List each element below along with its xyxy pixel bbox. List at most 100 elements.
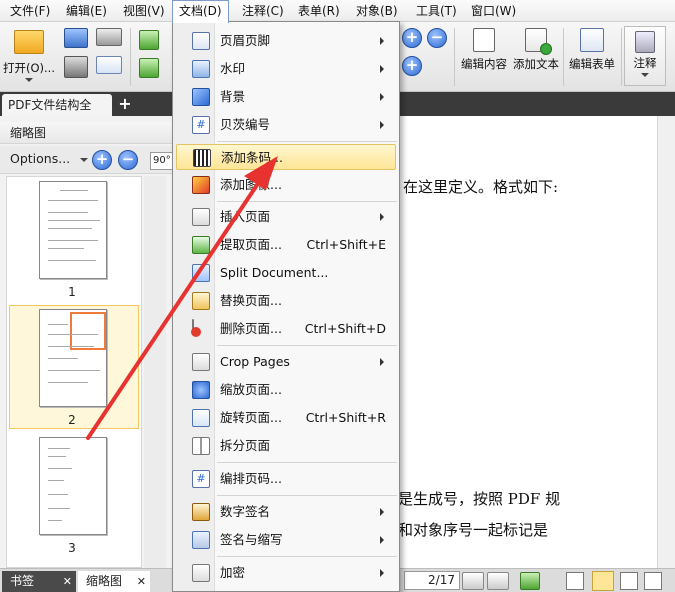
menu-item-insert-page[interactable]: 插入页面 — [176, 204, 396, 230]
menu-item-label: 添加图像... — [220, 177, 282, 192]
thumbnail-toolbar: Options... + − 90° — [0, 146, 175, 174]
folder-icon — [14, 30, 44, 54]
back-view-icon[interactable] — [520, 572, 540, 590]
thumbnail-zoom-in-button[interactable]: + — [92, 150, 112, 170]
menu-item-label: 加密 — [220, 565, 246, 580]
document-scrollbar[interactable] — [657, 116, 675, 568]
menu-item-crop-pages[interactable]: Crop Pages — [176, 349, 396, 375]
document-text-line: 在这里定义。格式如下: — [403, 178, 559, 196]
menu-item-scale-page[interactable]: 缩放页面... — [176, 377, 396, 403]
menu-document[interactable]: 文档(D) — [172, 0, 229, 23]
zoom-out-icon: − — [427, 28, 447, 48]
single-page-icon[interactable] — [566, 572, 584, 590]
menu-item-label: 签名与缩写 — [220, 532, 283, 547]
new-tab-button[interactable]: + — [117, 96, 133, 112]
menu-item-digital-signature[interactable]: 数字签名 — [176, 499, 396, 525]
menu-bar: 文件(F) 编辑(E) 视图(V) 文档(D) 注释(C) 表单(R) 对象(B… — [0, 0, 675, 23]
edit-form-button[interactable]: 编辑表单 — [566, 28, 618, 72]
email-icon — [96, 56, 122, 74]
menu-item-sign-initials[interactable]: 签名与缩写 — [176, 527, 396, 553]
menu-item-label: 页眉页脚 — [220, 33, 271, 48]
menu-item-background[interactable]: 背景 — [176, 84, 396, 110]
menu-item-page-numbering[interactable]: # 编排页码... — [176, 466, 396, 492]
menu-item-add-image[interactable]: 添加图像... — [176, 172, 396, 198]
submenu-arrow-icon — [380, 213, 384, 221]
thumbnail-page-1[interactable] — [39, 181, 107, 279]
thumbnail-page-3[interactable] — [39, 437, 107, 535]
menu-item-split-document[interactable]: Split Document... — [176, 260, 396, 286]
zoom-in-icon: + — [402, 28, 422, 48]
edit-content-button[interactable]: 编辑内容 — [458, 28, 510, 72]
menu-tools[interactable]: 工具(T) — [410, 0, 463, 22]
plus-circle-icon: + — [402, 56, 422, 76]
menu-item-extract-page[interactable]: 提取页面... Ctrl+Shift+E — [176, 232, 396, 258]
menu-item-encrypt[interactable]: 加密 — [176, 560, 396, 586]
save-icon — [64, 28, 88, 48]
menu-view[interactable]: 视图(V) — [117, 0, 171, 22]
continuous-page-icon[interactable] — [592, 571, 614, 591]
thumbnail-number: 1 — [68, 285, 76, 299]
close-icon: ✕ — [136, 575, 146, 588]
menu-item-label: Split Document... — [220, 265, 329, 280]
menu-item-watermark[interactable]: 水印 — [176, 56, 396, 82]
menu-window[interactable]: 窗口(W) — [465, 0, 522, 22]
menu-item-add-barcode[interactable]: 添加条码... — [176, 144, 396, 170]
menu-item-replace-page[interactable]: 替换页面... — [176, 288, 396, 314]
options-dropdown[interactable]: Options... — [10, 151, 89, 166]
menu-edit[interactable]: 编辑(E) — [60, 0, 113, 22]
zoom-in-button[interactable]: + — [402, 28, 424, 48]
menu-item-split-page[interactable]: 拆分页面 — [176, 433, 396, 459]
thumbnail-page-2[interactable] — [39, 309, 107, 407]
facing-page-icon[interactable] — [620, 572, 638, 590]
page-number-input[interactable]: 2/17 — [404, 571, 460, 590]
menu-object[interactable]: 对象(B) — [350, 0, 404, 22]
submenu-arrow-icon — [380, 65, 384, 73]
add-badge-icon — [540, 43, 552, 55]
print-button[interactable] — [62, 56, 90, 78]
crop-icon — [192, 353, 210, 371]
menu-item-header-footer[interactable]: 页眉页脚 — [176, 28, 396, 54]
menu-item-label: Crop Pages — [220, 354, 290, 369]
submenu-arrow-icon — [380, 358, 384, 366]
digital-signature-icon — [192, 503, 210, 521]
thumbnail-zoom-out-button[interactable]: − — [118, 150, 138, 170]
scanner-button[interactable] — [94, 28, 124, 46]
add-text-button[interactable]: 添加文本 — [510, 28, 562, 72]
open-button[interactable]: 打开(O)... — [2, 28, 56, 82]
menu-file[interactable]: 文件(F) — [4, 0, 56, 22]
email-button[interactable] — [94, 56, 124, 74]
menu-item-rotate-page[interactable]: 旋转页面... Ctrl+Shift+R — [176, 405, 396, 431]
tab-thumbnails[interactable]: 缩略图 ✕ — [78, 571, 150, 592]
split-document-icon — [192, 264, 210, 282]
forward-button[interactable] — [136, 58, 162, 78]
annotate-button[interactable]: 注释 — [624, 26, 666, 86]
bookmarks-tab-label: 书签 — [10, 574, 35, 588]
menu-item-label: 提取页面... — [220, 237, 282, 252]
submenu-arrow-icon — [380, 536, 384, 544]
cover-page-icon[interactable] — [644, 572, 662, 590]
menu-comment[interactable]: 注释(C) — [236, 0, 290, 22]
next-page-icon[interactable] — [462, 572, 484, 590]
edit-content-icon — [473, 28, 495, 52]
menu-item-delete-page[interactable]: 删除页面... Ctrl+Shift+D — [176, 316, 396, 342]
save-button[interactable] — [62, 28, 90, 48]
menu-form[interactable]: 表单(R) — [292, 0, 346, 22]
add-text-label: 添加文本 — [513, 57, 559, 71]
menu-item-shortcut: Ctrl+Shift+R — [305, 410, 386, 425]
tab-document[interactable]: PDF文件结构全 — [2, 94, 112, 116]
rotate-button[interactable]: 90° — [150, 152, 174, 170]
thumbnail-scrollbar[interactable] — [144, 176, 166, 568]
watermark-icon — [192, 60, 210, 78]
menu-item-bates-numbering[interactable]: # 贝茨编号 — [176, 112, 396, 138]
tab-bookmarks[interactable]: 书签 ✕ — [2, 571, 76, 592]
back-button[interactable] — [136, 30, 162, 50]
document-menu: 页眉页脚 水印 背景 # 贝茨编号 添加条码... 添加图像... 插入页面 提… — [172, 21, 400, 592]
document-text-line: 和对象序号一起标记是 — [398, 521, 549, 539]
fit-page-button[interactable]: + — [402, 56, 424, 76]
barcode-icon — [193, 149, 211, 167]
scale-page-icon — [192, 381, 210, 399]
add-text-icon — [525, 28, 552, 55]
last-page-icon[interactable] — [487, 572, 509, 590]
menu-item-label: 替换页面... — [220, 293, 282, 308]
zoom-out-button[interactable]: − — [427, 28, 449, 48]
